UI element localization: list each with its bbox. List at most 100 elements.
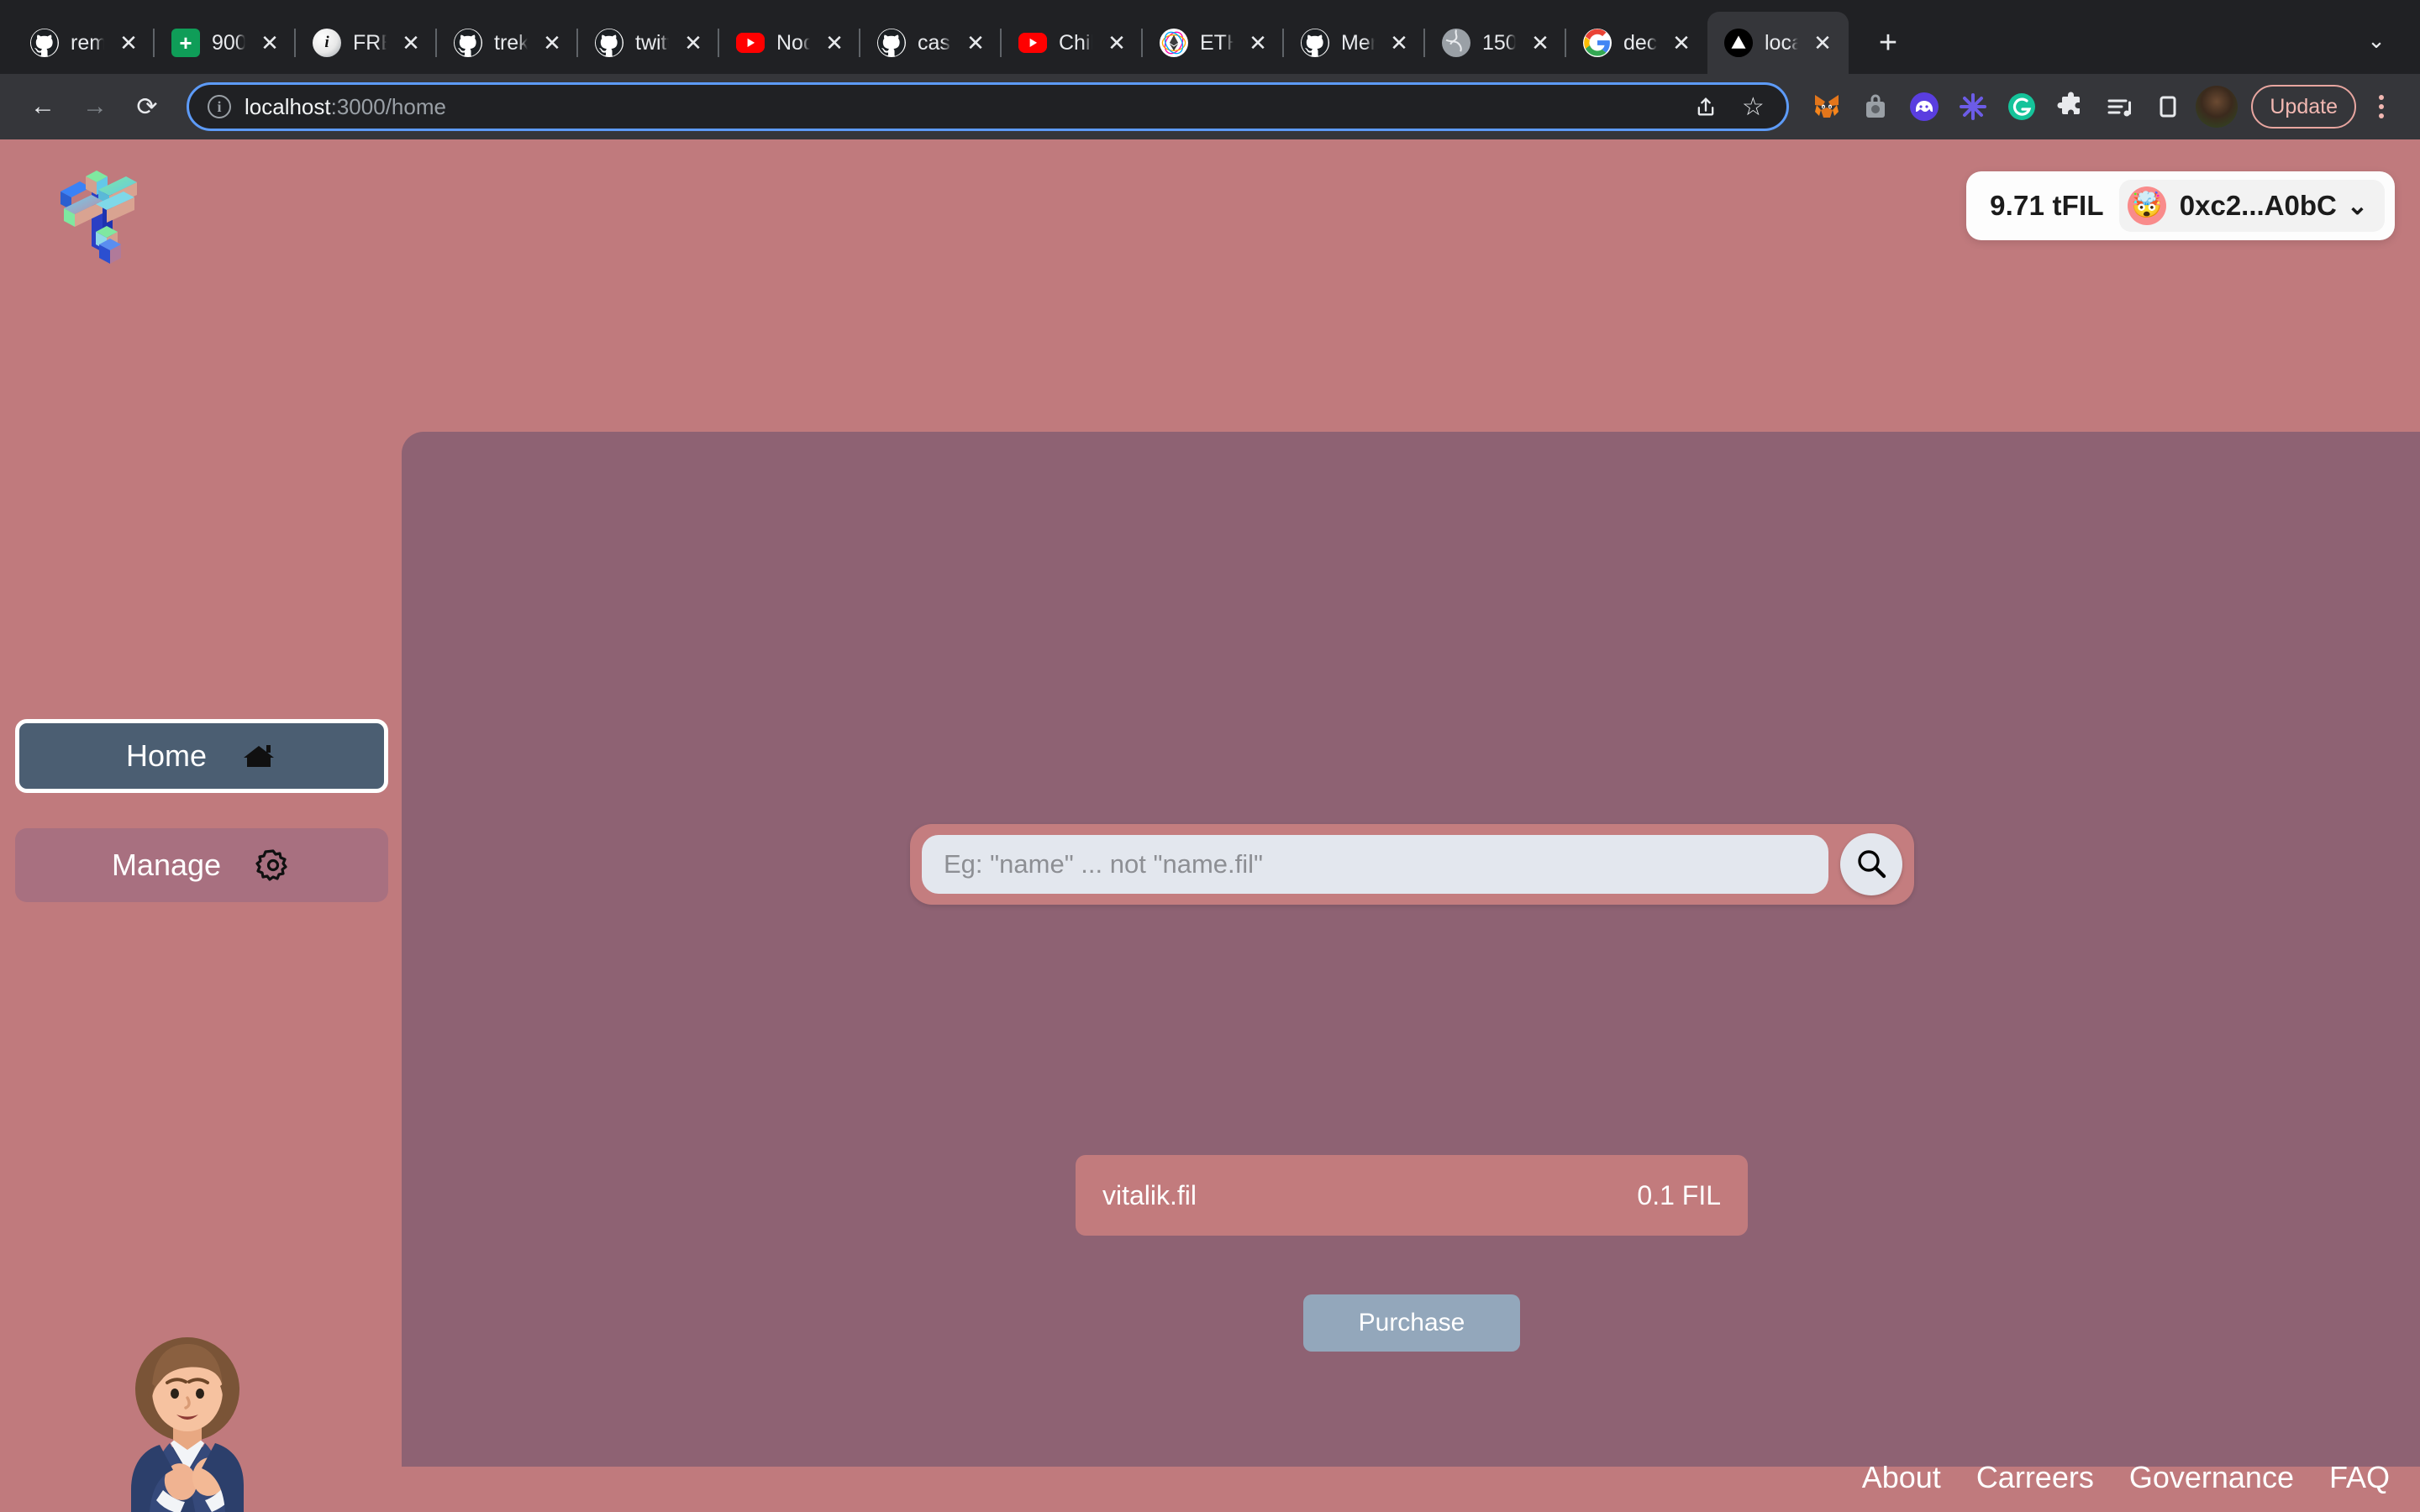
- search-input[interactable]: [922, 835, 1828, 894]
- github-icon: [1301, 29, 1329, 57]
- asterisk-icon[interactable]: [1950, 84, 1996, 129]
- footer-link-carreers[interactable]: Carreers: [1976, 1460, 2094, 1495]
- browser-tab[interactable]: Chiké ✕: [1002, 12, 1143, 74]
- share-icon[interactable]: [1684, 85, 1728, 129]
- close-icon[interactable]: ✕: [681, 32, 706, 54]
- google-icon: [1583, 29, 1612, 57]
- browser-tab-title: localho: [1765, 30, 1798, 55]
- gear-icon: [255, 847, 292, 884]
- search-icon: [1854, 846, 1889, 884]
- browser-tab[interactable]: twitter ✕: [578, 12, 719, 74]
- browser-tab[interactable]: +900+ S ✕: [155, 12, 296, 74]
- browser-tab-title: Node.j: [776, 30, 810, 55]
- home-icon: [240, 738, 277, 774]
- browser-tab-title: trekhle: [494, 30, 528, 55]
- wallet-address: 0xc2...A0bC: [2179, 190, 2337, 221]
- puzzle-icon[interactable]: [2048, 84, 2093, 129]
- url-path: :3000/home: [330, 93, 446, 119]
- browser-tab-title: ETHGl: [1200, 30, 1234, 55]
- close-icon[interactable]: ✕: [1810, 32, 1835, 54]
- browser-tab[interactable]: cassid ✕: [860, 12, 1002, 74]
- browser-tab-title: decen: [1623, 30, 1657, 55]
- browser-tab[interactable]: i FREE h ✕: [296, 12, 437, 74]
- browser-tab-title: FREE h: [353, 30, 387, 55]
- close-icon[interactable]: ✕: [1528, 32, 1553, 54]
- metamask-icon[interactable]: [1804, 84, 1849, 129]
- sidebar-item-manage[interactable]: Manage: [15, 828, 388, 902]
- tab-list-chevron-down-icon[interactable]: ⌄: [2354, 18, 2398, 62]
- woman-illustration: [82, 1317, 292, 1512]
- footer-links: About Carreers Governance FAQ: [1862, 1460, 2390, 1495]
- close-icon[interactable]: ✕: [963, 32, 988, 54]
- search-button[interactable]: [1840, 833, 1902, 895]
- grammarly-icon[interactable]: [1999, 84, 2044, 129]
- github-icon: [595, 29, 623, 57]
- filecoin-blocks-logo: [52, 158, 145, 267]
- footer-link-faq[interactable]: FAQ: [2329, 1460, 2390, 1495]
- playlist-icon[interactable]: [2096, 84, 2142, 129]
- github-icon: [454, 29, 482, 57]
- forward-button[interactable]: →: [71, 82, 119, 131]
- browser-tab-title: remote: [71, 30, 104, 55]
- omnibox-actions: ☆: [1684, 85, 1775, 129]
- camera-lock-icon[interactable]: [1853, 84, 1898, 129]
- browser-tab-title: Chiké: [1059, 30, 1092, 55]
- sidebar-nav: Home Manage: [15, 719, 388, 902]
- domain-price: 0.1 FIL: [1637, 1179, 1721, 1210]
- browser-menu-button[interactable]: [2361, 83, 2402, 130]
- browser-tab[interactable]: Merdi- ✕: [1284, 12, 1425, 74]
- browser-toolbar: ← → ⟳ i localhost:3000/home ☆ Update: [0, 74, 2420, 139]
- medium-icon: i: [313, 29, 341, 57]
- browser-tab-title: Merdi-: [1341, 30, 1375, 55]
- close-icon[interactable]: ✕: [539, 32, 565, 54]
- browser-tab-title: twitter: [635, 30, 669, 55]
- tab-strip: remote✕+900+ S✕iFREE h✕trekhle✕twitter✕N…: [0, 0, 2420, 74]
- domain-result-row[interactable]: vitalik.fil 0.1 FIL: [1076, 1155, 1748, 1236]
- profile-avatar[interactable]: [2194, 84, 2239, 129]
- close-icon[interactable]: ✕: [1669, 32, 1694, 54]
- back-button[interactable]: ←: [18, 82, 67, 131]
- browser-tab-title: 900+ S: [212, 30, 245, 55]
- browser-tab[interactable]: 15010( ✕: [1425, 12, 1566, 74]
- footer-link-about[interactable]: About: [1862, 1460, 1941, 1495]
- wallet-badge[interactable]: 9.71 tFIL 🤯 0xc2...A0bC ⌄: [1966, 171, 2395, 240]
- new-tab-button[interactable]: +: [1862, 17, 1914, 69]
- vercel-icon: [1724, 29, 1753, 57]
- chevron-down-icon[interactable]: ⌄: [2347, 192, 2368, 221]
- app-page: 9.71 tFIL 🤯 0xc2...A0bC ⌄ Home Manage Eg…: [0, 139, 2420, 1512]
- globe-icon: [1442, 29, 1470, 57]
- sidepanel-icon[interactable]: [2145, 84, 2191, 129]
- youtube-icon: [736, 33, 765, 53]
- youtube-icon: [1018, 33, 1047, 53]
- github-icon: [877, 29, 906, 57]
- close-icon[interactable]: ✕: [1104, 32, 1129, 54]
- close-icon[interactable]: ✕: [1245, 32, 1270, 54]
- close-icon[interactable]: ✕: [822, 32, 847, 54]
- browser-tab-title: 15010(: [1482, 30, 1516, 55]
- close-icon[interactable]: ✕: [1386, 32, 1412, 54]
- sheets-icon: +: [171, 29, 200, 57]
- bookmark-star-icon[interactable]: ☆: [1731, 85, 1775, 129]
- update-button[interactable]: Update: [2251, 85, 2356, 129]
- browser-tab[interactable]: trekhle ✕: [437, 12, 578, 74]
- sidebar-item-home[interactable]: Home: [15, 719, 388, 793]
- purchase-button[interactable]: Purchase: [1303, 1294, 1520, 1352]
- close-icon[interactable]: ✕: [257, 32, 282, 54]
- close-icon[interactable]: ✕: [116, 32, 141, 54]
- close-icon[interactable]: ✕: [398, 32, 424, 54]
- reload-button[interactable]: ⟳: [123, 82, 171, 131]
- browser-tab[interactable]: localho ✕: [1707, 12, 1849, 74]
- sidebar-item-label: Home: [125, 738, 208, 773]
- browser-tab[interactable]: ETHGl ✕: [1143, 12, 1284, 74]
- browser-tab[interactable]: Node.j ✕: [719, 12, 860, 74]
- phantom-icon[interactable]: [1902, 84, 1947, 129]
- browser-tab[interactable]: remote ✕: [13, 12, 155, 74]
- wallet-balance: 9.71 tFIL: [1990, 190, 2104, 221]
- github-icon: [30, 29, 59, 57]
- wallet-account-chip[interactable]: 🤯 0xc2...A0bC ⌄: [2118, 180, 2385, 232]
- footer-link-governance[interactable]: Governance: [2129, 1460, 2294, 1495]
- address-bar[interactable]: i localhost:3000/home ☆: [187, 82, 1790, 131]
- site-info-icon[interactable]: i: [208, 95, 231, 118]
- browser-tab[interactable]: decen ✕: [1566, 12, 1707, 74]
- browser-tab-title: cassid: [918, 30, 951, 55]
